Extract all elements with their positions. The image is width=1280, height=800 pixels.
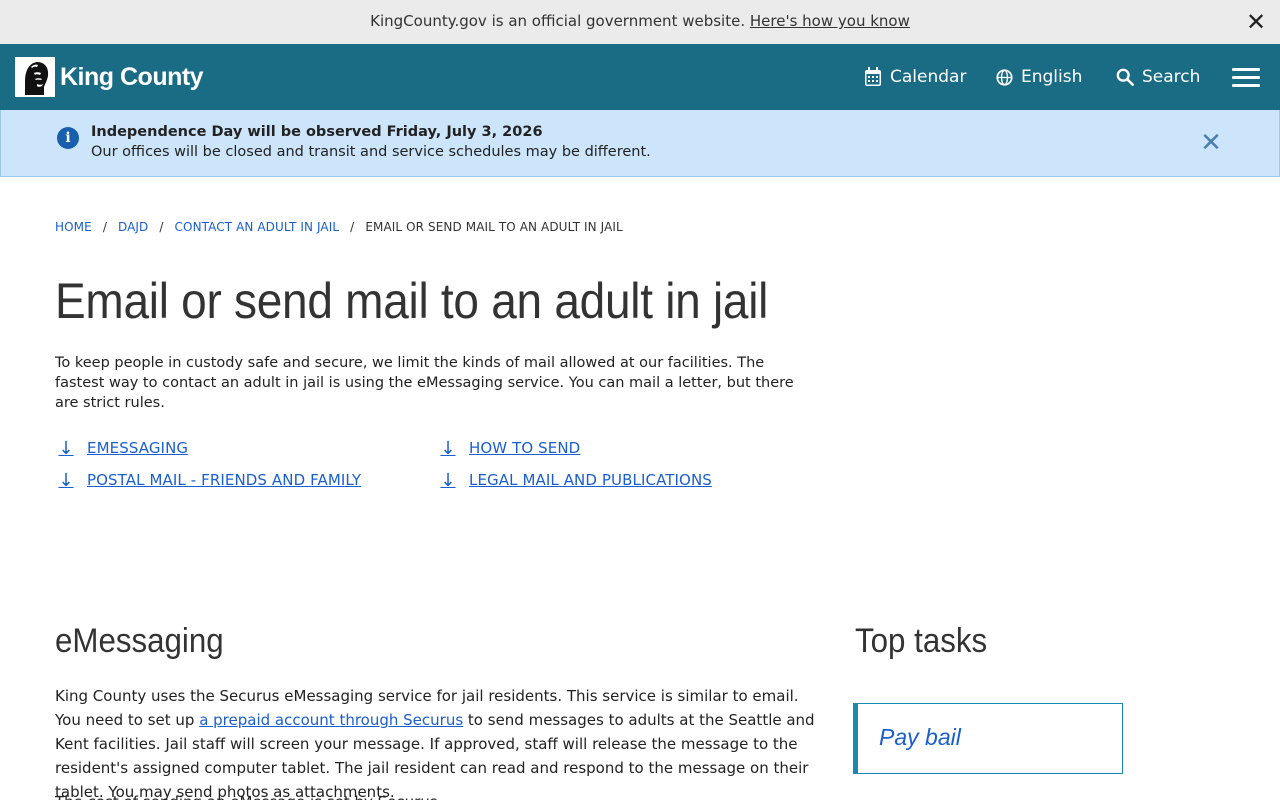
close-alert-button[interactable]: ✕ xyxy=(1199,130,1223,156)
task-card-label: Pay bail xyxy=(879,724,961,750)
jump-link-label: Legal mail and publications xyxy=(469,471,712,489)
mlk-logo-icon xyxy=(15,57,55,97)
calendar-label: Calendar xyxy=(890,67,967,87)
menu-hamburger-icon[interactable] xyxy=(1232,68,1260,88)
calendar-link[interactable]: Calendar xyxy=(864,65,966,89)
close-banner-button[interactable]: ✕ xyxy=(1244,10,1268,34)
logo-text: King County xyxy=(60,62,204,91)
alert-title: Independence Day will be observed Friday… xyxy=(91,124,543,140)
close-icon: ✕ xyxy=(1200,128,1222,158)
jump-link-emessaging[interactable]: ↓ eMessaging xyxy=(55,437,188,459)
search-icon xyxy=(1116,68,1134,86)
breadcrumb-home[interactable]: HOME xyxy=(55,220,92,234)
breadcrumb: HOME / DAJD / CONTACT AN ADULT IN JAIL /… xyxy=(55,220,623,234)
close-icon: ✕ xyxy=(1245,8,1267,36)
holiday-alert: i Independence Day will be observed Frid… xyxy=(0,110,1280,177)
site-header: King County Calendar English Search xyxy=(0,44,1280,110)
jump-link-postal-mail[interactable]: ↓ Postal mail - friends and family xyxy=(55,469,361,491)
king-county-logo-link[interactable]: King County xyxy=(15,57,204,97)
arrow-down-icon: ↓ xyxy=(58,469,74,491)
section-heading-emessaging: eMessaging xyxy=(55,622,224,660)
arrow-down-icon: ↓ xyxy=(58,437,74,459)
arrow-down-icon: ↓ xyxy=(440,469,456,491)
official-site-text: KingCounty.gov is an official government… xyxy=(0,12,1280,30)
breadcrumb-separator: / xyxy=(159,220,164,234)
calendar-icon xyxy=(865,67,881,86)
arrow-down-icon: ↓ xyxy=(440,437,456,459)
breadcrumb-current: EMAIL OR SEND MAIL TO AN ADULT IN JAIL xyxy=(365,220,623,234)
language-selector[interactable]: English xyxy=(996,65,1082,89)
top-tasks-heading: Top tasks xyxy=(855,622,988,660)
securus-account-link[interactable]: a prepaid account through Securus xyxy=(199,711,463,729)
jump-link-label: How to send xyxy=(469,439,581,457)
jump-link-label: Postal mail - friends and family xyxy=(87,471,362,489)
breadcrumb-separator: / xyxy=(102,220,107,234)
task-card-pay-bail[interactable]: Pay bail xyxy=(853,703,1123,774)
intro-paragraph: To keep people in custody safe and secur… xyxy=(55,355,794,411)
breadcrumb-separator: / xyxy=(350,220,355,234)
official-site-label: KingCounty.gov is an official government… xyxy=(370,12,746,30)
emessaging-paragraph: King County uses the Securus eMessaging … xyxy=(55,684,825,800)
jump-link-how-to-send[interactable]: ↓ How to send xyxy=(437,437,580,459)
alert-body: Our offices will be closed and transit a… xyxy=(91,144,651,160)
official-site-banner: KingCounty.gov is an official government… xyxy=(0,0,1280,44)
emessaging-cost-paragraph: The cost of sending an eMessage is set b… xyxy=(55,790,825,800)
search-label: Search xyxy=(1142,67,1201,87)
page-title: Email or send mail to an adult in jail xyxy=(55,273,769,329)
language-label: English xyxy=(1021,67,1083,87)
heres-how-you-know-link[interactable]: Here's how you know xyxy=(750,12,910,30)
jump-link-label: eMessaging xyxy=(87,439,189,457)
breadcrumb-contact-adult-in-jail[interactable]: CONTACT AN ADULT IN JAIL xyxy=(175,220,340,234)
breadcrumb-dajd[interactable]: DAJD xyxy=(118,220,148,234)
jump-link-legal-mail[interactable]: ↓ Legal mail and publications xyxy=(437,469,712,491)
info-icon: i xyxy=(57,127,79,149)
search-button[interactable]: Search xyxy=(1116,65,1200,89)
globe-icon xyxy=(996,68,1013,86)
